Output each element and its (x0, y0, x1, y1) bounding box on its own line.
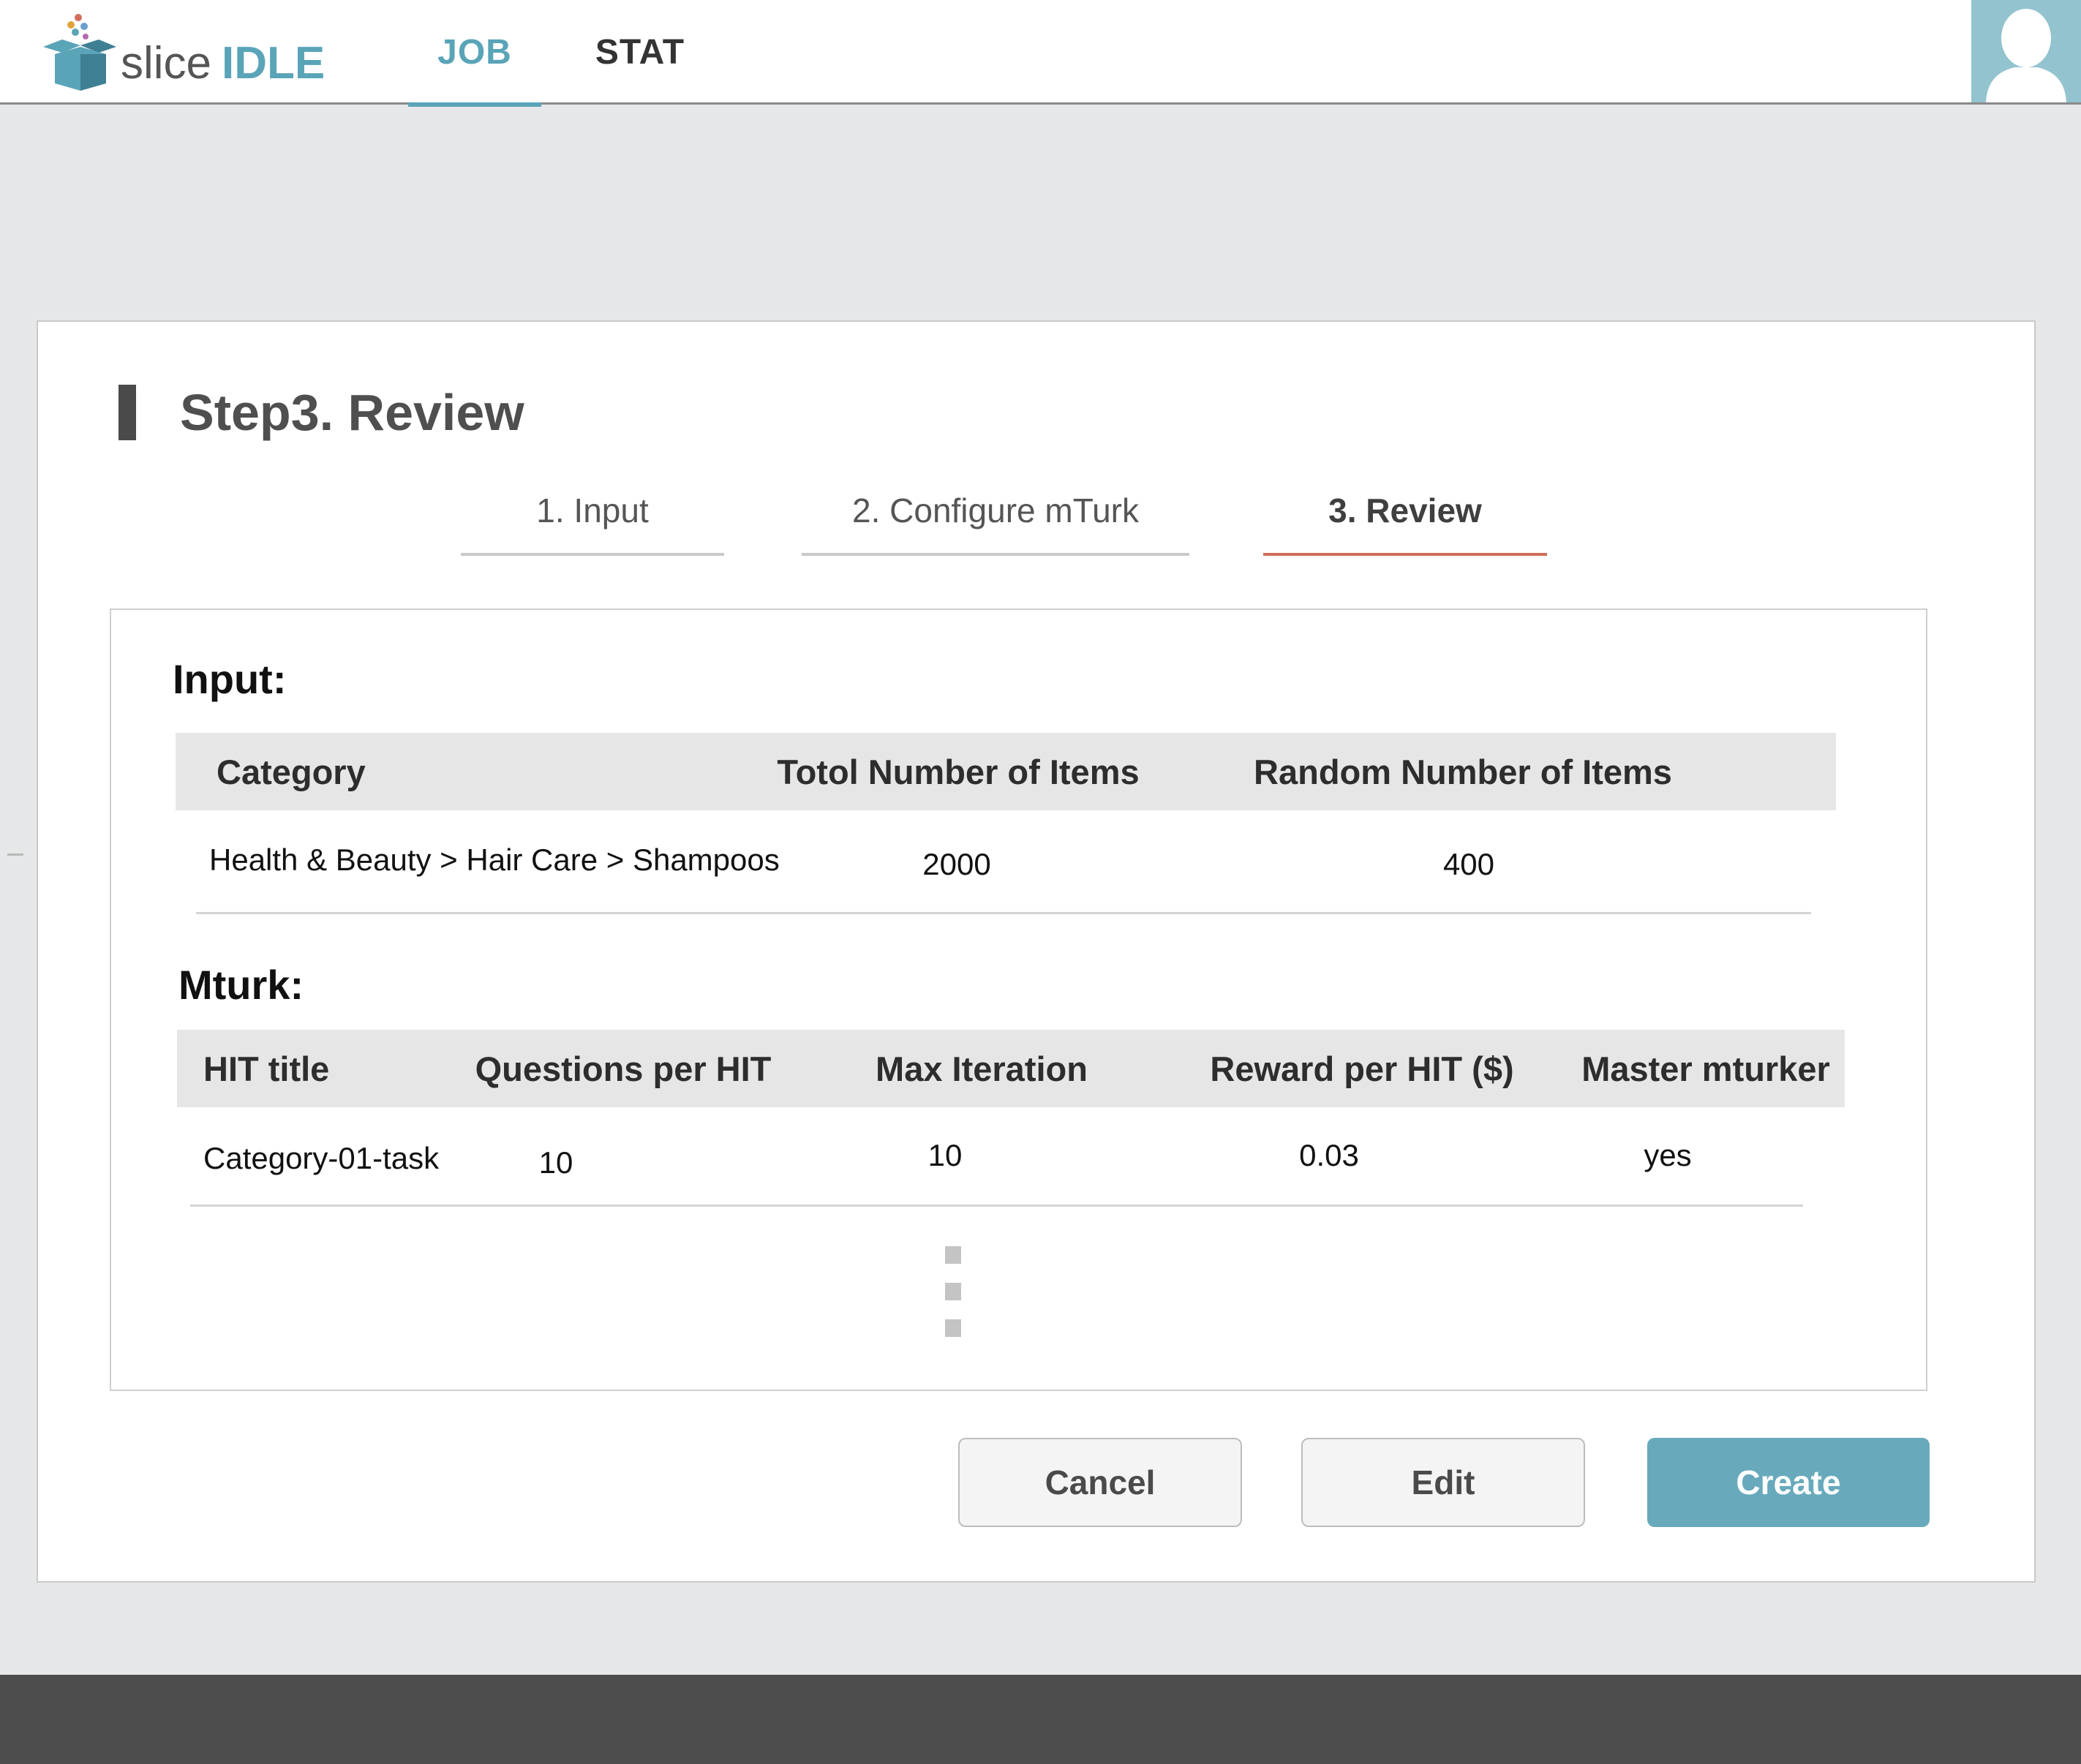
title-accent-bar (118, 385, 136, 440)
column-header-hit-title: HIT title (203, 1049, 330, 1088)
cell-hit-title: Category-01-task (203, 1141, 440, 1175)
top-header: slice IDLE JOB STAT (0, 0, 2081, 107)
cell-total-items: 2000 (922, 847, 991, 881)
column-header-category: Category (217, 752, 366, 791)
logo-word-idle: IDLE (222, 38, 325, 88)
cell-category: Health & Beauty > Hair Care > Shampoos (209, 843, 780, 877)
review-card: Step3. Review 1. Input 2. Configure mTur… (37, 320, 2036, 1583)
wizard-step-review[interactable]: 3. Review (1263, 468, 1547, 556)
column-header-questions-per-hit: Questions per HIT (475, 1049, 772, 1088)
logo-box-icon (43, 14, 116, 91)
column-header-max-iteration: Max Iteration (876, 1049, 1088, 1088)
table-row: Health & Beauty > Hair Care > Shampoos 2… (196, 810, 1811, 914)
cell-master-mturker: yes (1644, 1138, 1692, 1172)
mturk-section-heading: Mturk: (178, 962, 304, 1008)
mturk-table-header: HIT title Questions per HIT Max Iteratio… (177, 1030, 1845, 1107)
column-header-reward-per-hit: Reward per HIT ($) (1210, 1049, 1514, 1088)
page-title-text: Step3. Review (180, 384, 524, 441)
cell-max-iteration: 10 (927, 1138, 963, 1172)
cancel-button[interactable]: Cancel (958, 1438, 1242, 1527)
nav-tab-stat[interactable]: STAT (578, 0, 702, 105)
logo-word-slice: slice (121, 38, 212, 88)
side-divider (7, 853, 23, 856)
wizard-step-configure-mturk[interactable]: 2. Configure mTurk (802, 468, 1189, 556)
table-row: Category-01-task 10 10 0.03 yes (190, 1107, 1803, 1207)
user-avatar-icon (1986, 9, 2066, 102)
wizard-step-input[interactable]: 1. Input (461, 468, 724, 556)
user-avatar-button[interactable] (1971, 0, 2081, 102)
column-header-total-items: Totol Number of Items (777, 752, 1140, 791)
create-button[interactable]: Create (1647, 1438, 1930, 1527)
page-footer (0, 1675, 2081, 1764)
review-summary-box: Input: Category Totol Number of Items Ra… (110, 608, 1927, 1391)
cell-reward-per-hit: 0.03 (1299, 1138, 1359, 1172)
cell-questions-per-hit: 10 (538, 1145, 573, 1180)
app-logo[interactable]: slice IDLE (40, 10, 347, 91)
logo-wordmark: slice IDLE (121, 38, 325, 89)
more-rows-ellipsis-icon (945, 1246, 963, 1337)
cell-random-items: 400 (1442, 847, 1495, 881)
column-header-random-items: Random Number of Items (1254, 752, 1672, 791)
column-header-master-mturker: Master mturker (1581, 1049, 1830, 1088)
nav-tab-job[interactable]: JOB (408, 0, 541, 107)
input-section-heading: Input: (173, 656, 287, 702)
input-table-header: Category Totol Number of Items Random Nu… (176, 733, 1836, 810)
page-title: Step3. Review (118, 383, 524, 442)
edit-button[interactable]: Edit (1301, 1438, 1585, 1527)
